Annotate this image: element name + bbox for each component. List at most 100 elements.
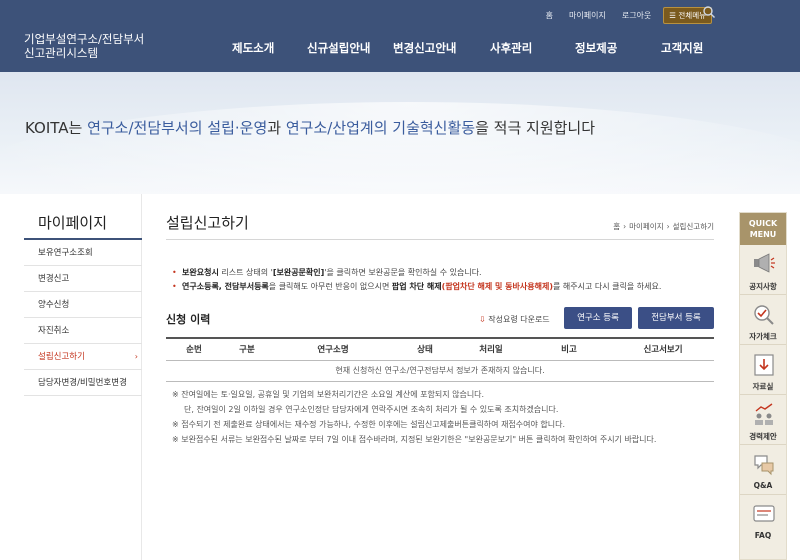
breadcrumb-home[interactable]: 홈: [613, 221, 620, 232]
quick-head-line2: MENU: [749, 230, 777, 239]
main-nav: 제도소개 신규설립안내 변경신고안내 사후관리 정보제공 고객지원: [0, 40, 800, 60]
quick-item-qa[interactable]: Q&A: [740, 445, 786, 495]
breadcrumb-separator-icon: ›: [623, 222, 627, 231]
col-processed-date: 처리일: [456, 337, 526, 361]
chevron-right-icon: ›: [134, 352, 138, 361]
quick-item-self-check[interactable]: 자가체크: [740, 295, 786, 345]
breadcrumb-separator-icon: ›: [666, 222, 670, 231]
quick-item-label: 경력제안: [749, 432, 777, 441]
sidebar-item-label: 보유연구소조회: [38, 248, 93, 258]
col-note: 비고: [526, 337, 612, 361]
banner-slogan: KOITA는 연구소/전담부서의 설립·운영과 연구소/산업계의 기술혁신활동을…: [25, 117, 595, 138]
sidebar-item-change-report[interactable]: 변경신고: [24, 266, 142, 292]
quick-item-faq[interactable]: FAQ: [740, 495, 786, 545]
sidebar: 마이페이지 보유연구소조회 변경신고 양수신청 자진취소 설립신고하기 › 담당자…: [24, 206, 142, 396]
notice-text: 을 클릭해도 아무런 반응이 없으시면: [268, 282, 392, 291]
sidebar-item-owned-labs[interactable]: 보유연구소조회: [24, 240, 142, 266]
sidebar-item-manager-password[interactable]: 담당자변경/비밀번호변경: [24, 370, 142, 396]
sidebar-item-self-cancel[interactable]: 자진취소: [24, 318, 142, 344]
download-icon: ⇩: [479, 315, 486, 324]
col-status: 상태: [394, 337, 456, 361]
nav-system-intro[interactable]: 제도소개: [232, 40, 274, 56]
quick-menu-head: QUICK MENU: [740, 213, 786, 245]
quick-item-archive[interactable]: 자료실: [740, 345, 786, 395]
util-home-link[interactable]: 홈: [538, 10, 561, 21]
nav-customer-support[interactable]: 고객지원: [661, 40, 703, 56]
dept-register-button[interactable]: 전담부서 등록: [638, 307, 714, 329]
page-title-text: 설립신고하기: [166, 214, 249, 232]
site-header: 홈 마이페이지 로그아웃 ☰ 전체메뉴 기업부설연구소/전담부서 신고관리시스템…: [0, 0, 800, 72]
sidebar-item-label: 변경신고: [38, 274, 70, 284]
slogan-part: 을 적극 지원합니다: [475, 119, 596, 137]
sidebar-item-establish-report[interactable]: 설립신고하기 ›: [24, 344, 142, 370]
sidebar-item-label: 설립신고하기: [38, 352, 85, 362]
table-row: 현재 신청하신 연구소/연구전담부서 정보가 존재하지 않습니다.: [166, 360, 714, 382]
sidebar-item-transfer[interactable]: 양수신청: [24, 292, 142, 318]
quick-item-career[interactable]: 경력제안: [740, 395, 786, 445]
faq-icon: [753, 505, 775, 522]
megaphone-icon: [754, 253, 775, 273]
notice-text: 를 해주시고 다시 클릭을 하세요.: [553, 282, 662, 291]
slogan-highlight: 연구소/산업계의 기술혁신활동: [285, 119, 476, 137]
table-header-row: 순번 구분 연구소명 상태 처리일 비고 신고서보기: [166, 337, 714, 361]
quick-item-notice[interactable]: 공지사항: [740, 245, 786, 295]
career-icon: [755, 403, 773, 425]
history-title: 신청 이력: [166, 313, 211, 326]
qa-icon: [754, 455, 774, 476]
lab-register-button[interactable]: 연구소 등록: [564, 307, 632, 329]
quick-menu: QUICK MENU 공지사항 자가체크 자료실 경력제안 Q&A FAQ: [739, 212, 787, 560]
util-mypage-link[interactable]: 마이페이지: [561, 10, 614, 21]
col-lab-name: 연구소명: [272, 337, 394, 361]
quick-item-label: 자가체크: [749, 332, 777, 341]
quick-item-label: Q&A: [753, 481, 773, 490]
slogan-part: KOITA는: [25, 119, 88, 137]
quick-item-label: FAQ: [754, 531, 772, 540]
notice-line-2: • 연구소등록, 전담부서등록을 클릭해도 아무런 반응이 없으시면 팝업 차단 …: [172, 280, 714, 294]
sidebar-item-label: 자진취소: [38, 326, 70, 336]
main-content: 설립신고하기 홈 › 마이페이지 › 설립신고하기 • 보완요청시 리스트 상태의…: [166, 206, 714, 382]
sidebar-item-label: 담당자변경/비밀번호변경: [38, 378, 127, 388]
nav-after-management[interactable]: 사후관리: [490, 40, 532, 56]
footnote-list: ※ 잔여일에는 토·일요일, 공휴일 및 기업의 보완처리기간은 소요일 계산에…: [172, 387, 712, 447]
quick-item-label: 자료실: [752, 382, 774, 391]
sidebar-title: 마이페이지: [24, 206, 142, 240]
table-empty-message: 현재 신청하신 연구소/연구전담부서 정보가 존재하지 않습니다.: [166, 360, 714, 382]
quick-item-label: 공지사항: [749, 282, 777, 291]
slogan-highlight: 연구소/전담부서의 설립·운영: [87, 119, 268, 137]
quick-head-line1: QUICK: [748, 219, 778, 228]
history-table: 순번 구분 연구소명 상태 처리일 비고 신고서보기 현재 신청하신 연구소/연…: [166, 337, 714, 382]
slogan-part: 과: [267, 119, 286, 137]
guide-download-link[interactable]: ⇩ 작성요령 다운로드: [479, 314, 550, 325]
notice-red: (팝업차단 해제 및 동바사용해제): [441, 282, 554, 291]
footnote-3: ※ 접수되기 전 제출완료 상태에서는 재수정 가능하나, 수정한 이후에는 설…: [172, 420, 566, 429]
footnote-4: ※ 보완접수된 서류는 보완접수된 날짜로 부터 7일 이내 접수바라며, 지정…: [172, 435, 657, 444]
nav-information[interactable]: 정보제공: [575, 40, 617, 56]
sidebar-item-label: 양수신청: [38, 300, 70, 310]
notice-text: '을 클릭하면 보완공문을 확인하실 수 있습니다.: [324, 268, 482, 277]
col-no: 순번: [166, 337, 222, 361]
footnote-2: 단, 잔여일이 2일 이하일 경우 연구소인정단 담당자에게 연락주시면 조속히…: [184, 405, 559, 414]
util-logout-link[interactable]: 로그아웃: [614, 10, 659, 21]
notice-strong: [보완공문확인]: [272, 268, 325, 277]
breadcrumb-current: 설립신고하기: [672, 222, 714, 231]
notice-strong: 팝업 차단 해제: [391, 282, 442, 291]
history-header: 신청 이력 ⇩ 작성요령 다운로드 연구소 등록 전담부서 등록: [166, 307, 714, 329]
nav-change-report[interactable]: 변경신고안내: [393, 40, 456, 56]
guide-download-label: 작성요령 다운로드: [488, 315, 550, 324]
page-title: 설립신고하기 홈 › 마이페이지 › 설립신고하기: [166, 206, 714, 240]
archive-icon: [754, 354, 774, 376]
nav-new-establishment[interactable]: 신규설립안내: [307, 40, 370, 56]
notice-text: 리스트 상태의 ': [218, 268, 273, 277]
notice-box: • 보완요청시 리스트 상태의 '[보완공문확인]'을 클릭하면 보완공문을 확인…: [166, 266, 714, 294]
hero-banner: KOITA는 연구소/전담부서의 설립·운영과 연구소/산업계의 기술혁신활동을…: [0, 72, 800, 194]
search-icon[interactable]: [702, 5, 716, 19]
notice-strong: 연구소등록, 전담부서등록: [182, 282, 269, 291]
banner-wave: [0, 102, 800, 194]
bullet-icon: •: [172, 268, 177, 277]
footnote-1: ※ 잔여일에는 토·일요일, 공휴일 및 기업의 보완처리기간은 소요일 계산에…: [172, 390, 485, 399]
col-view-report: 신고서보기: [612, 337, 714, 361]
breadcrumb-mypage[interactable]: 마이페이지: [629, 221, 664, 232]
notice-line-1: • 보완요청시 리스트 상태의 '[보완공문확인]'을 클릭하면 보완공문을 확인…: [172, 266, 714, 280]
breadcrumb: 홈 › 마이페이지 › 설립신고하기: [613, 221, 714, 232]
self-check-icon: [754, 305, 774, 325]
